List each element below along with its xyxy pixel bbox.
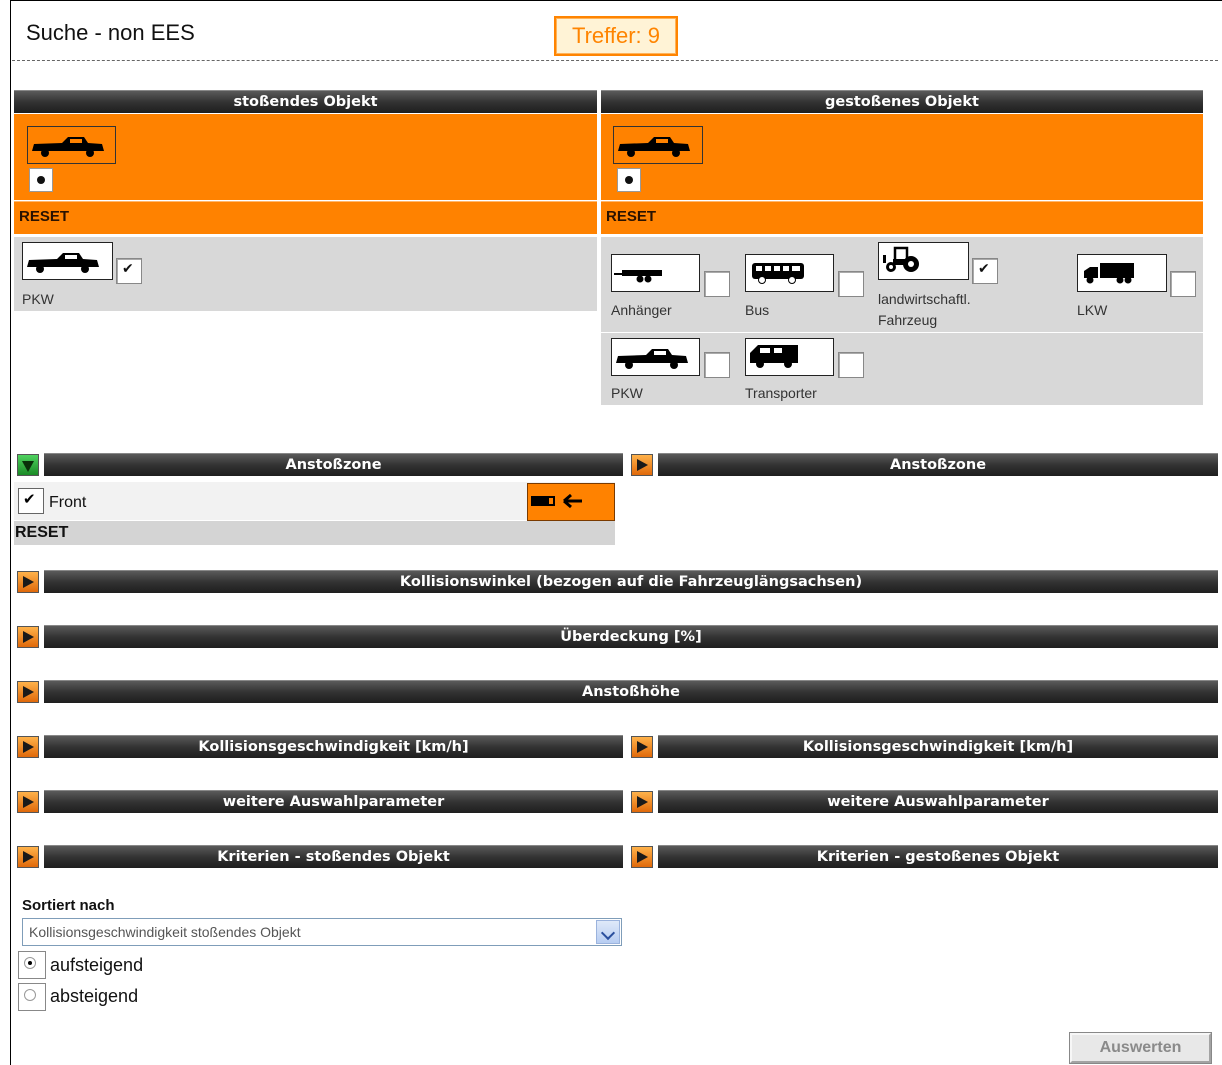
anstosszone-left-header[interactable]: Anstoßzone [44, 453, 623, 476]
collapsed-arrow-icon[interactable] [631, 736, 653, 758]
descending-radio[interactable] [18, 983, 46, 1011]
sort-select[interactable]: Kollisionsgeschwindigkeit stoßendes Obje… [22, 918, 622, 946]
bus-label: Bus [745, 302, 770, 318]
tractor-checkbox[interactable] [972, 258, 998, 284]
descending-label: absteigend [50, 986, 139, 1006]
collapsed-arrow-icon[interactable] [631, 791, 653, 813]
trailer-checkbox[interactable] [704, 271, 730, 297]
front-impact-icon [527, 483, 615, 521]
trailer-label: Anhänger [611, 302, 672, 318]
left-selected-radio[interactable] [29, 168, 53, 192]
truck-label: LKW [1077, 302, 1108, 318]
weitere-right-header[interactable]: weitere Auswahlparameter [658, 790, 1218, 813]
left-selected-car-icon [27, 126, 116, 164]
right-selected-radio[interactable] [617, 168, 641, 192]
tractor-label: landwirtschaftl. Fahrzeug [878, 291, 971, 328]
kriterien-left-header[interactable]: Kriterien - stoßendes Objekt [44, 845, 623, 868]
bus-icon [745, 254, 834, 292]
left-reset-button[interactable]: RESET [14, 201, 597, 234]
left-pkw-label: PKW [22, 291, 54, 307]
van-checkbox[interactable] [838, 352, 864, 378]
evaluate-button[interactable]: Auswerten [1069, 1032, 1212, 1064]
van-label: Transporter [745, 385, 817, 401]
collapsed-arrow-icon[interactable] [17, 681, 39, 703]
geschwindigkeit-right-header[interactable]: Kollisionsgeschwindigkeit [km/h] [658, 735, 1218, 758]
ueberdeckung-header[interactable]: Überdeckung [%] [44, 625, 1218, 648]
van-icon [745, 338, 834, 376]
collapsed-arrow-icon[interactable] [631, 846, 653, 868]
expanded-arrow-icon[interactable] [17, 454, 39, 476]
left-pkw-icon [22, 242, 113, 280]
right-pkw-icon [611, 338, 700, 376]
geschwindigkeit-left-header[interactable]: Kollisionsgeschwindigkeit [km/h] [44, 735, 623, 758]
right-selected-car-icon [613, 126, 703, 164]
right-reset-button[interactable]: RESET [601, 201, 1203, 234]
sort-label: Sortiert nach [22, 897, 115, 914]
right-pkw-label: PKW [611, 385, 643, 401]
left-pkw-checkbox[interactable] [116, 258, 142, 284]
right-object-header: gestoßenes Objekt [601, 90, 1203, 113]
kollisionswinkel-header[interactable]: Kollisionswinkel (bezogen auf die Fahrze… [44, 570, 1218, 593]
sort-select-value: Kollisionsgeschwindigkeit stoßendes Obje… [29, 924, 301, 940]
front-reset-button[interactable]: RESET [14, 521, 615, 545]
trailer-icon [611, 254, 700, 292]
front-label: Front [49, 494, 87, 511]
right-pkw-checkbox[interactable] [704, 352, 730, 378]
kriterien-right-header[interactable]: Kriterien - gestoßenes Objekt [658, 845, 1218, 868]
bus-checkbox[interactable] [838, 271, 864, 297]
collapsed-arrow-icon[interactable] [17, 626, 39, 648]
collapsed-arrow-icon[interactable] [17, 571, 39, 593]
collapsed-arrow-icon[interactable] [631, 454, 653, 476]
ascending-label: aufsteigend [50, 955, 144, 975]
weitere-left-header[interactable]: weitere Auswahlparameter [44, 790, 623, 813]
divider [12, 60, 1218, 61]
hits-badge: Treffer: 9 [554, 16, 678, 56]
chevron-down-icon[interactable] [596, 920, 620, 944]
truck-checkbox[interactable] [1170, 271, 1196, 297]
page-title: Suche - non EES [26, 20, 195, 45]
collapsed-arrow-icon[interactable] [17, 736, 39, 758]
anstosszone-right-header[interactable]: Anstoßzone [658, 453, 1218, 476]
anstosshoehe-header[interactable]: Anstoßhöhe [44, 680, 1218, 703]
front-row [14, 482, 615, 520]
ascending-radio[interactable] [18, 951, 46, 979]
collapsed-arrow-icon[interactable] [17, 791, 39, 813]
truck-icon [1077, 254, 1167, 292]
front-checkbox[interactable] [18, 488, 44, 514]
left-object-header: stoßendes Objekt [14, 90, 597, 113]
collapsed-arrow-icon[interactable] [17, 846, 39, 868]
tractor-icon [878, 242, 969, 280]
